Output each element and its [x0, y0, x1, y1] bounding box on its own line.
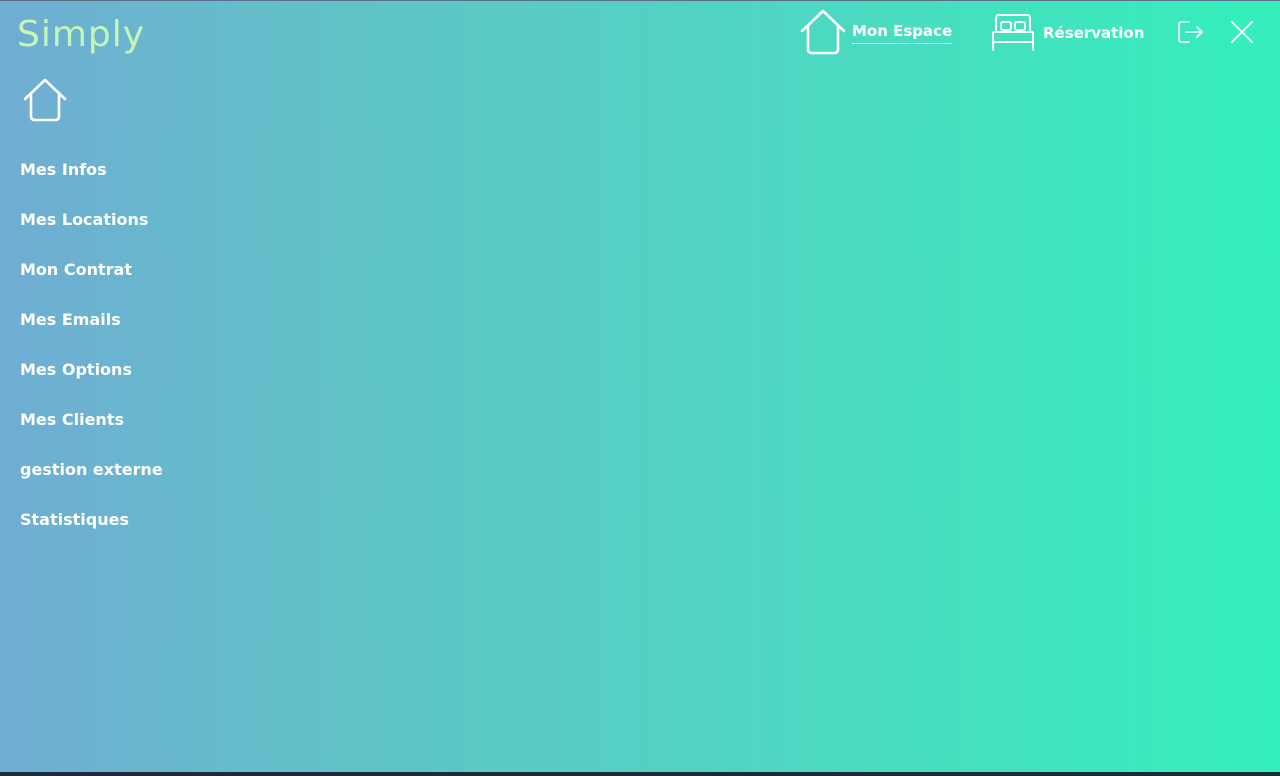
sidebar-item-mes-options[interactable]: Mes Options [20, 359, 163, 409]
nav-reservation-label: Réservation [1043, 24, 1145, 42]
sidebar-item-mes-emails[interactable]: Mes Emails [20, 309, 163, 359]
nav-mon-espace-label: Mon Espace [852, 22, 953, 44]
top-navigation: Mon Espace Réservation [0, 9, 1280, 59]
bed-icon [992, 14, 1034, 51]
nav-mon-espace[interactable]: Mon Espace [800, 9, 953, 55]
sidebar-menu: Mes Infos Mes Locations Mon Contrat Mes … [20, 159, 163, 559]
sidebar-item-gestion-externe[interactable]: gestion externe [20, 459, 163, 509]
sidebar-item-mes-locations[interactable]: Mes Locations [20, 209, 163, 259]
app-window: Simply Mes Infos Mes Locations Mon Contr… [0, 0, 1280, 772]
window-bottom-edge [0, 772, 1280, 776]
home-icon [800, 9, 846, 55]
sidebar-item-mon-contrat[interactable]: Mon Contrat [20, 259, 163, 309]
sidebar-item-mes-infos[interactable]: Mes Infos [20, 159, 163, 209]
sidebar-item-mes-clients[interactable]: Mes Clients [20, 409, 163, 459]
logout-icon[interactable] [1177, 19, 1205, 45]
sidebar-item-statistiques[interactable]: Statistiques [20, 509, 163, 559]
home-icon[interactable] [22, 77, 68, 123]
nav-reservation[interactable]: Réservation [991, 13, 1144, 53]
close-icon[interactable] [1230, 20, 1254, 44]
